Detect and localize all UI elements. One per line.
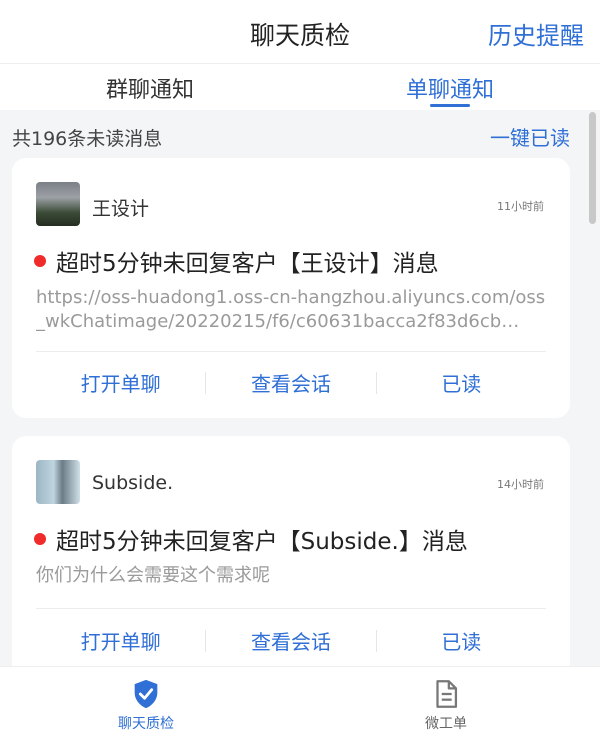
- mark-read-button[interactable]: 已读: [377, 368, 546, 397]
- card-actions: 打开单聊 查看会话 已读: [36, 626, 546, 655]
- avatar: [36, 182, 80, 226]
- alert-row: 超时5分钟未回复客户【Subside.】消息: [34, 522, 468, 556]
- alert-title: 超时5分钟未回复客户【王设计】消息: [56, 251, 439, 277]
- view-conversation-button[interactable]: 查看会话: [206, 368, 375, 397]
- open-chat-button[interactable]: 打开单聊: [36, 368, 205, 397]
- timestamp: 11小时前: [497, 200, 544, 213]
- shield-check-icon: [134, 679, 158, 709]
- customer-name: Subside.: [92, 472, 174, 494]
- nav-label: 微工单: [425, 716, 467, 732]
- unread-dot-icon: [34, 533, 46, 545]
- timestamp: 14小时前: [497, 478, 544, 491]
- nav-label: 聊天质检: [118, 716, 174, 732]
- unread-count: 共196条未读消息: [12, 128, 163, 150]
- divider: [36, 351, 546, 352]
- message-preview: 你们为什么会需要这个需求呢: [36, 565, 270, 586]
- nav-chat-quality[interactable]: 聊天质检: [86, 677, 206, 733]
- customer-name: 王设计: [92, 198, 150, 220]
- top-bar: 聊天质检 历史提醒: [0, 0, 600, 64]
- notification-tabs: 群聊通知 单聊通知: [0, 64, 600, 110]
- history-reminder-link[interactable]: 历史提醒: [488, 16, 584, 51]
- scrollbar[interactable]: [589, 112, 596, 224]
- open-chat-button[interactable]: 打开单聊: [36, 626, 205, 655]
- mark-all-read-button[interactable]: 一键已读: [490, 122, 570, 151]
- view-conversation-button[interactable]: 查看会话: [206, 626, 375, 655]
- card-actions: 打开单聊 查看会话 已读: [36, 368, 546, 397]
- bottom-nav: 聊天质检 微工单: [0, 666, 600, 733]
- avatar: [36, 460, 80, 504]
- notification-card: 王设计 11小时前 超时5分钟未回复客户【王设计】消息 https://oss-…: [12, 158, 570, 418]
- unread-dot-icon: [34, 255, 46, 267]
- tab-single-chat[interactable]: 单聊通知: [300, 72, 600, 104]
- notification-card: Subside. 14小时前 超时5分钟未回复客户【Subside.】消息 你们…: [12, 436, 570, 676]
- alert-row: 超时5分钟未回复客户【王设计】消息: [34, 244, 439, 278]
- message-preview: https://oss-huadong1.oss-cn-hangzhou.ali…: [36, 287, 546, 332]
- divider: [36, 608, 546, 609]
- tab-group-chat[interactable]: 群聊通知: [0, 72, 300, 104]
- document-icon: [436, 680, 458, 708]
- alert-title: 超时5分钟未回复客户【Subside.】消息: [56, 529, 468, 555]
- mark-read-button[interactable]: 已读: [377, 626, 546, 655]
- nav-work-order[interactable]: 微工单: [386, 677, 506, 733]
- active-tab-indicator: [430, 104, 470, 107]
